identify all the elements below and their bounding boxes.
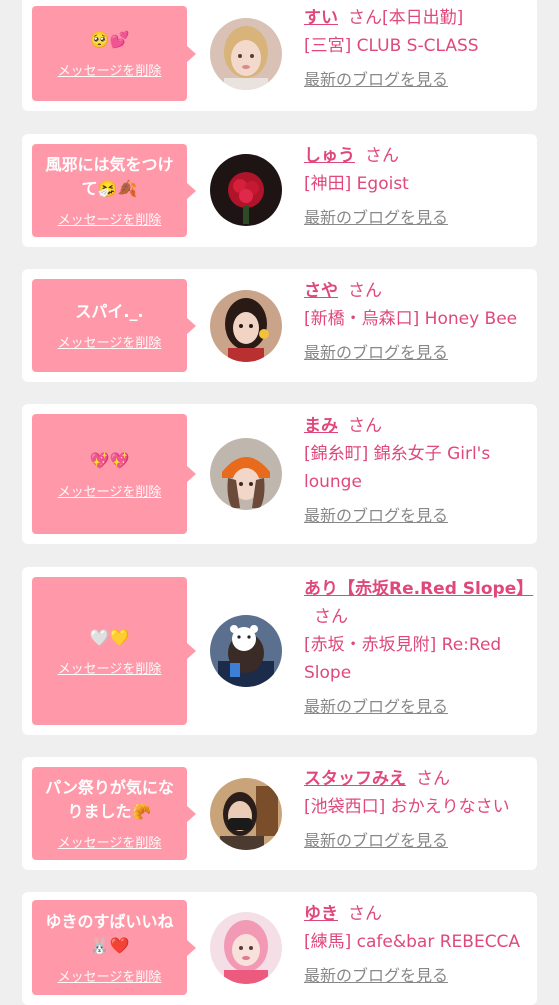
avatar[interactable]: [210, 615, 282, 687]
message-bubble: 🤍💛 メッセージを削除: [32, 577, 196, 725]
shop-info: [新橋・烏森口] Honey Bee: [304, 309, 518, 329]
avatar[interactable]: [210, 912, 282, 984]
delete-message-link[interactable]: メッセージを削除: [58, 209, 162, 228]
honorific: さん: [416, 769, 450, 789]
avatar[interactable]: [210, 438, 282, 510]
sender-name-link[interactable]: あり【赤坂Re.Red Slope】: [304, 579, 533, 599]
avatar[interactable]: [210, 778, 282, 850]
shop-info: [神田] Egoist: [304, 174, 409, 194]
latest-blog-link[interactable]: 最新のブログを見る: [304, 204, 530, 232]
message-card: パン祭りが気になりました🥐 メッセージを削除 スタッフみえ さん [池袋西口] お…: [22, 757, 537, 870]
avatar[interactable]: [210, 290, 282, 362]
message-text: パン祭りが気になりました🥐: [45, 778, 174, 821]
sender-name-link[interactable]: すい: [304, 8, 338, 28]
sender-info: ゆき さん [練馬] cafe&bar REBECCA 最新のブログを見る: [304, 900, 530, 990]
shop-info: [池袋西口] おかえりなさい: [304, 797, 510, 817]
message-bubble: スパイ._. メッセージを削除: [32, 279, 196, 372]
avatar-photo-icon: [210, 615, 282, 687]
message-card: 🤍💛 メッセージを削除 あり【赤坂Re.Red Slope】さん [赤坂・赤坂見…: [22, 567, 537, 735]
honorific: さん: [348, 281, 382, 301]
sender-name-link[interactable]: しゅう: [304, 146, 355, 166]
latest-blog-link[interactable]: 最新のブログを見る: [304, 66, 530, 94]
message-bubble: ゆきのすばいいね🐰❤️ メッセージを削除: [32, 900, 196, 995]
message-card: 風邪には気をつけて🤧🍂 メッセージを削除 しゅう さん [神田] Egoist 最…: [22, 134, 537, 247]
delete-message-link[interactable]: メッセージを削除: [58, 60, 162, 79]
sender-info: スタッフみえ さん [池袋西口] おかえりなさい 最新のブログを見る: [304, 765, 530, 855]
latest-blog-link[interactable]: 最新のブログを見る: [304, 693, 530, 721]
honorific: さん: [365, 146, 399, 166]
message-card: スパイ._. メッセージを削除 さや さん [新橋・烏森口] Honey Bee …: [22, 269, 537, 382]
honorific: さん: [348, 904, 382, 924]
delete-message-link[interactable]: メッセージを削除: [58, 966, 162, 985]
sender-name-link[interactable]: スタッフみえ: [304, 769, 406, 789]
delete-message-link[interactable]: メッセージを削除: [58, 481, 162, 500]
latest-blog-link[interactable]: 最新のブログを見る: [304, 962, 530, 990]
sender-info: まみ さん [錦糸町] 錦糸女子 Girl's lounge 最新のブログを見る: [304, 412, 530, 530]
avatar-photo-icon: [210, 438, 282, 510]
shop-info: [赤坂・赤坂見附] Re:Red Slope: [304, 635, 502, 683]
honorific: さん: [348, 416, 382, 436]
latest-blog-link[interactable]: 最新のブログを見る: [304, 339, 530, 367]
avatar-photo-icon: [210, 912, 282, 984]
message-bubble: 💖💖 メッセージを削除: [32, 414, 196, 534]
message-text: 💖💖: [89, 450, 130, 470]
message-text: 風邪には気をつけて🤧🍂: [45, 155, 174, 198]
sender-info: しゅう さん [神田] Egoist 最新のブログを見る: [304, 142, 530, 232]
honorific: さん: [348, 8, 382, 28]
delete-message-link[interactable]: メッセージを削除: [58, 332, 162, 351]
message-bubble: パン祭りが気になりました🥐 メッセージを削除: [32, 767, 196, 860]
sender-info: すい さん[本日出勤] [三宮] CLUB S-CLASS 最新のブログを見る: [304, 4, 530, 94]
delete-message-link[interactable]: メッセージを削除: [58, 658, 162, 677]
message-text: 🤍💛: [89, 627, 130, 647]
message-bubble: 風邪には気をつけて🤧🍂 メッセージを削除: [32, 144, 196, 237]
message-bubble: 🥺💕 メッセージを削除: [32, 6, 196, 101]
message-card: 💖💖 メッセージを削除 まみ さん [錦糸町] 錦糸女子 Girl's loung…: [22, 404, 537, 544]
sender-name-link[interactable]: まみ: [304, 416, 338, 436]
shop-info: [錦糸町] 錦糸女子 Girl's lounge: [304, 444, 491, 492]
sender-name-link[interactable]: さや: [304, 281, 338, 301]
message-text: ゆきのすばいいね🐰❤️: [45, 912, 174, 955]
avatar-photo-icon: [210, 778, 282, 850]
sender-info: さや さん [新橋・烏森口] Honey Bee 最新のブログを見る: [304, 277, 530, 367]
avatar[interactable]: [210, 154, 282, 226]
honorific: さん: [314, 607, 348, 627]
latest-blog-link[interactable]: 最新のブログを見る: [304, 827, 530, 855]
message-text: 🥺💕: [89, 30, 130, 49]
avatar-photo-icon: [210, 18, 282, 90]
sender-name-link[interactable]: ゆき: [304, 904, 338, 924]
message-text: スパイ._.: [75, 302, 144, 321]
avatar-photo-icon: [210, 154, 282, 226]
work-status: [本日出勤]: [382, 8, 464, 28]
message-card: ゆきのすばいいね🐰❤️ メッセージを削除 ゆき さん [練馬] cafe&bar …: [22, 892, 537, 1005]
message-card: 🥺💕 メッセージを削除 すい さん[本日出勤] [三宮] CLUB S-CLASS…: [22, 0, 537, 111]
avatar[interactable]: [210, 18, 282, 90]
latest-blog-link[interactable]: 最新のブログを見る: [304, 502, 530, 530]
shop-info: [三宮] CLUB S-CLASS: [304, 36, 479, 56]
avatar-photo-icon: [210, 290, 282, 362]
shop-info: [練馬] cafe&bar REBECCA: [304, 932, 521, 952]
sender-info: あり【赤坂Re.Red Slope】さん [赤坂・赤坂見附] Re:Red Sl…: [304, 575, 533, 721]
delete-message-link[interactable]: メッセージを削除: [58, 832, 162, 851]
